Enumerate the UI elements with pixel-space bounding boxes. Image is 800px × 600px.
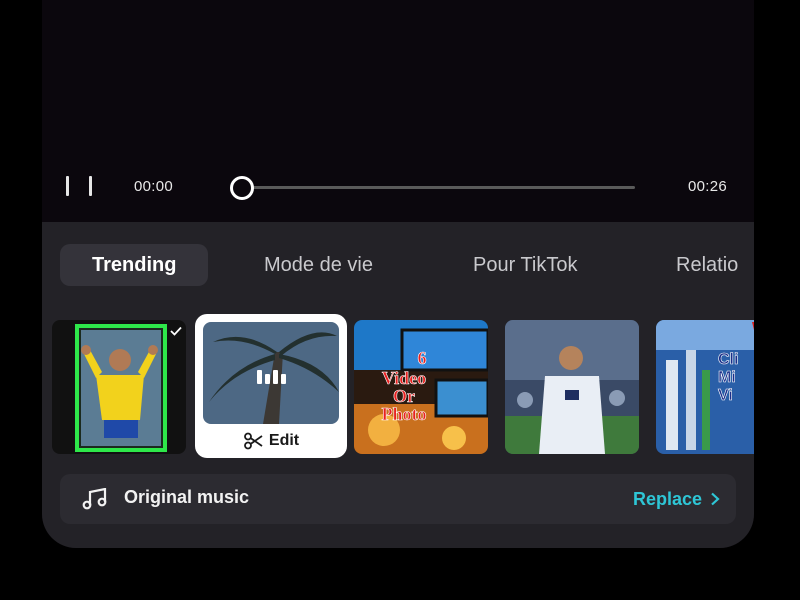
tab-trending[interactable]: Trending [60, 244, 209, 286]
template-strip: Edit 6 Video Or Photo Cli Mi Vi [42, 314, 754, 462]
music-label: Original music [124, 487, 250, 507]
title-text-line: 6 [418, 348, 427, 368]
current-time: 00:00 [134, 178, 174, 195]
title-text-line: Photo [382, 404, 427, 424]
replace-button[interactable]: Replace [633, 486, 720, 512]
title-text-line: Vi [718, 387, 733, 404]
thumbnail-image [52, 320, 186, 454]
video-preview[interactable]: 00:00 00:26 [42, 0, 754, 222]
phone-frame: 00:00 00:26 Trending Mode de vie Pour Ti… [42, 0, 754, 548]
title-text-line: Mi [718, 369, 736, 386]
template-palm-trees[interactable]: Edit [195, 314, 347, 458]
tab-mode-de-vie[interactable]: Mode de vie [264, 244, 373, 286]
category-tabs: Trending Mode de vie Pour TikTok Relatio [60, 244, 754, 286]
scissors-icon [243, 432, 263, 450]
thumbnail-image: Cli Mi Vi [656, 320, 754, 454]
template-city-aerial[interactable]: Cli Mi Vi [656, 320, 754, 454]
title-text-line: Cli [718, 351, 738, 368]
thumbnail-image: 6 Video Or Photo [354, 320, 488, 454]
seek-bar[interactable] [232, 186, 635, 189]
music-note-icon [82, 488, 107, 510]
template-6-video-or-photo[interactable]: 6 Video Or Photo [354, 320, 488, 454]
tab-relations[interactable]: Relatio [676, 244, 738, 286]
edit-button[interactable]: Edit [195, 426, 347, 456]
check-icon [170, 326, 182, 336]
thumbnail-image [505, 320, 639, 454]
template-panel: Trending Mode de vie Pour TikTok Relatio [42, 222, 754, 548]
template-real-madrid-player[interactable] [505, 320, 639, 454]
duration-time: 00:26 [688, 178, 728, 195]
title-text-line: Or [393, 386, 415, 406]
edit-label: Edit [268, 432, 300, 449]
chevron-right-icon [711, 492, 720, 506]
template-brazil-player[interactable] [52, 320, 186, 454]
playing-icon [257, 368, 287, 384]
music-row[interactable]: Original music Replace [60, 474, 736, 524]
pause-icon [66, 176, 69, 196]
pause-button[interactable] [66, 176, 92, 198]
tab-pour-tiktok[interactable]: Pour TikTok [473, 244, 577, 286]
title-text-line: Video [382, 368, 426, 388]
seek-handle[interactable] [230, 176, 254, 200]
replace-label: Replace [632, 488, 702, 509]
